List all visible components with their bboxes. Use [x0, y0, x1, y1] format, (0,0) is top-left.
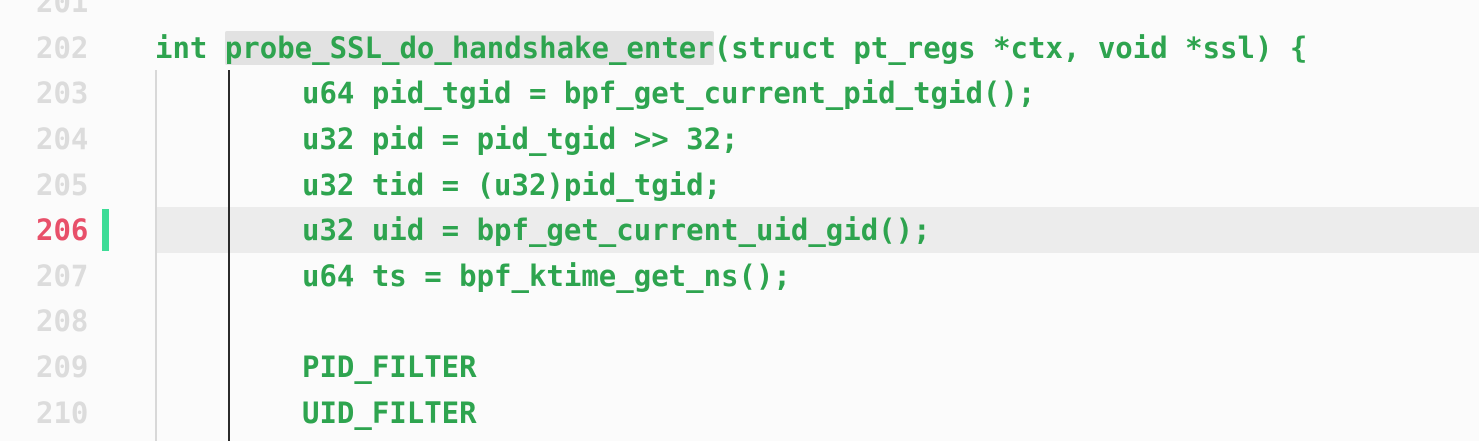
code-line-207[interactable]: u64 ts = bpf_ktime_get_ns(); [302, 253, 791, 299]
code-line-204[interactable]: u32 pid = pid_tgid >> 32; [302, 116, 739, 162]
code-line-202[interactable]: int probe_SSL_do_handshake_enter(struct … [155, 25, 1307, 71]
line-number-205: 205 [36, 168, 89, 202]
function-signature: (struct pt_regs *ctx, void *ssl) { [713, 31, 1308, 65]
line-number-203: 203 [36, 76, 89, 110]
line-number-210: 210 [36, 396, 89, 430]
line-number-208: 208 [36, 304, 89, 338]
code-line-206-current[interactable]: u32 uid = bpf_get_current_uid_gid(); [302, 207, 931, 253]
code-line-205[interactable]: u32 tid = (u32)pid_tgid; [302, 162, 721, 208]
code-line-209[interactable]: PID_FILTER [302, 344, 477, 390]
function-name-highlight[interactable]: probe_SSL_do_handshake_enter [224, 31, 714, 65]
line-number-202: 202 [36, 31, 89, 65]
line-number-204: 204 [36, 122, 89, 156]
line-number-209: 209 [36, 350, 89, 384]
code-line-210[interactable]: UID_FILTER [302, 390, 477, 436]
indent-guide-active [228, 70, 230, 441]
line-number-gutter: 201 202 203 204 205 206 207 208 209 210 [0, 0, 140, 441]
code-line-203[interactable]: u64 pid_tgid = bpf_get_current_pid_tgid(… [302, 70, 1035, 116]
code-editor[interactable]: 201 202 203 204 205 206 207 208 209 210 … [0, 0, 1479, 441]
indent-guide-outer [155, 70, 157, 441]
modified-line-marker [102, 209, 109, 251]
line-number-201: 201 [36, 0, 89, 19]
keyword-int: int [155, 31, 225, 65]
line-number-207: 207 [36, 259, 89, 293]
